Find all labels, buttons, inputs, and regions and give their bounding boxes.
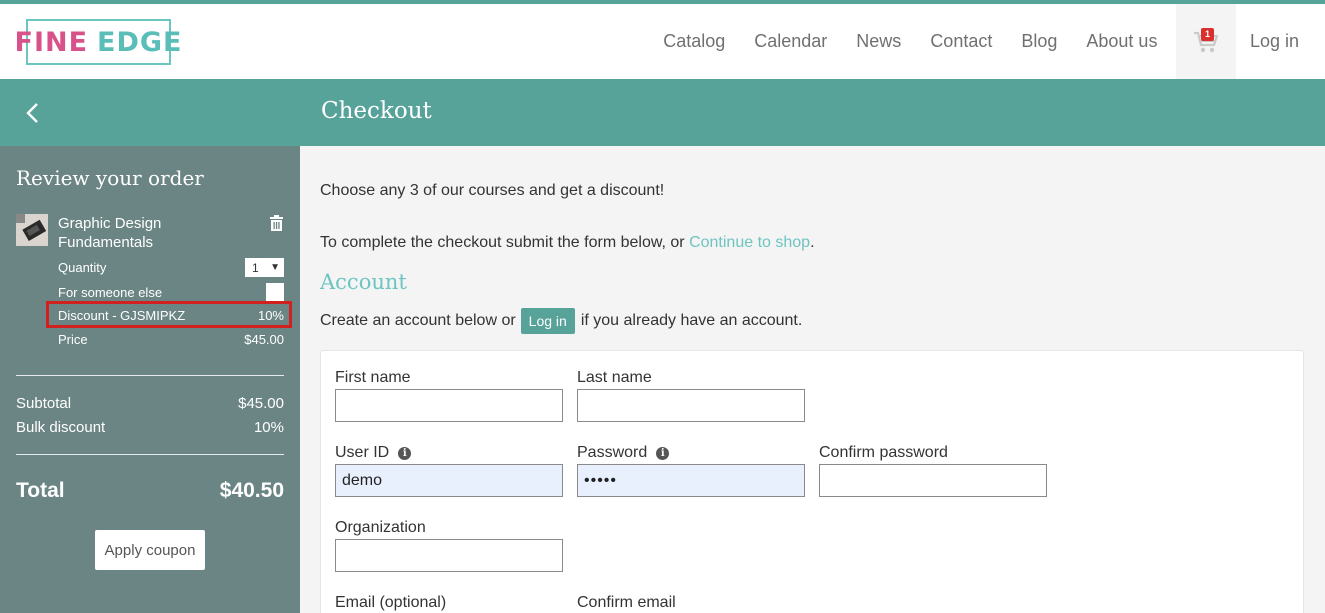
discount-row: Discount - GJSMIPKZ 10% (58, 308, 284, 323)
checkout-instructions: To complete the checkout submit the form… (320, 234, 815, 252)
nav-catalog[interactable]: Catalog (649, 31, 740, 52)
quantity-row: Quantity 1 ▼ (58, 258, 284, 277)
nav-calendar[interactable]: Calendar (740, 31, 842, 52)
confirm-email-label: Confirm email (577, 594, 676, 611)
quantity-value: 1 (252, 260, 259, 275)
quantity-select[interactable]: 1 ▼ (245, 258, 284, 277)
last-name-label: Last name (577, 369, 652, 386)
user-id-group: User ID i demo (335, 444, 563, 497)
sidebar-heading: Review your order (16, 166, 204, 190)
divider (16, 375, 284, 376)
user-id-label: User ID i (335, 444, 563, 462)
first-name-group: First name (335, 369, 563, 422)
subtotal-label: Subtotal (16, 395, 72, 412)
cart-button[interactable]: 1 (1175, 4, 1236, 79)
total-value: $40.50 (219, 479, 284, 502)
info-icon[interactable]: i (656, 446, 670, 460)
nav-contact[interactable]: Contact (916, 31, 1007, 52)
course-thumbnail (16, 214, 48, 246)
bulk-discount-label: Bulk discount (16, 419, 106, 436)
continue-to-shop-link[interactable]: Continue to shop (689, 234, 810, 251)
login-button[interactable]: Log in (520, 308, 575, 334)
password-field[interactable]: ••••• (577, 464, 805, 497)
email-group: Email (optional) (335, 594, 446, 612)
bulk-discount-row: Bulk discount 10% (16, 419, 284, 436)
total-row: Total $40.50 (16, 479, 284, 503)
confirm-email-group: Confirm email (577, 594, 676, 612)
bulk-discount-value: 10% (253, 419, 284, 436)
back-arrow-icon[interactable] (22, 101, 44, 125)
top-navigation: FINE EDGE Catalog Calendar News Contact … (0, 0, 1325, 79)
organization-field[interactable] (335, 539, 563, 572)
apply-coupon-button[interactable]: Apply coupon (95, 530, 205, 570)
last-name-field[interactable] (577, 389, 805, 422)
discount-label: Discount - GJSMIPKZ (58, 308, 186, 323)
price-value: $45.00 (244, 332, 284, 347)
dropdown-arrow-icon: ▼ (270, 262, 280, 273)
create-prefix: Create an account below or (320, 312, 516, 329)
confirm-password-group: Confirm password (819, 444, 1047, 497)
nav-about-us[interactable]: About us (1072, 31, 1172, 52)
first-name-label: First name (335, 369, 411, 386)
info-icon[interactable]: i (398, 446, 412, 460)
organization-label: Organization (335, 519, 426, 536)
trash-icon[interactable] (269, 215, 284, 231)
instructions-suffix: . (810, 234, 815, 251)
subtotal-row: Subtotal $45.00 (16, 395, 284, 412)
discount-value: 10% (257, 308, 284, 323)
course-title: Graphic Design Fundamentals (58, 215, 162, 251)
promo-message: Choose any 3 of our courses and get a di… (320, 182, 665, 199)
account-heading: Account (320, 270, 407, 294)
quantity-label: Quantity (58, 260, 107, 275)
instructions-prefix: To complete the checkout submit the form… (320, 234, 690, 251)
nav-blog[interactable]: Blog (1007, 31, 1072, 52)
logo-fine-text: FINE (14, 26, 89, 58)
nav-login[interactable]: Log in (1236, 31, 1325, 52)
create-suffix: if you already have an account. (580, 312, 803, 329)
nav-news[interactable]: News (842, 31, 916, 52)
price-row: Price $45.00 (58, 332, 284, 347)
create-account-line: Create an account below or Log in if you… (320, 308, 802, 334)
organization-group: Organization (335, 519, 563, 572)
someone-else-checkbox[interactable] (266, 283, 284, 301)
checkout-main: Choose any 3 of our courses and get a di… (300, 146, 1325, 613)
cart-count-badge: 1 (1200, 28, 1214, 41)
first-name-field[interactable] (335, 389, 563, 422)
password-label: Password i (577, 444, 805, 462)
page-title: Checkout (321, 98, 432, 124)
main-nav: Catalog Calendar News Contact Blog About… (649, 4, 1325, 79)
someone-else-row: For someone else (58, 283, 284, 301)
last-name-group: Last name (577, 369, 805, 422)
price-label: Price (58, 332, 88, 347)
divider (16, 454, 284, 455)
someone-else-label: For someone else (58, 284, 163, 300)
order-summary-sidebar: Review your order Graphic Design Fundame… (0, 146, 300, 613)
password-group: Password i ••••• (577, 444, 805, 497)
account-form: First name Last name User ID i demo Passw… (320, 350, 1304, 613)
subtotal-value: $45.00 (238, 395, 284, 412)
total-label: Total (16, 479, 65, 502)
page-header-band: Checkout (0, 79, 1325, 146)
confirm-password-field[interactable] (819, 464, 1047, 497)
email-label: Email (optional) (335, 594, 447, 611)
confirm-password-label: Confirm password (819, 444, 948, 461)
fine-edge-logo[interactable]: FINE EDGE (15, 19, 181, 65)
user-id-field[interactable]: demo (335, 464, 563, 497)
logo-edge-text: EDGE (97, 26, 183, 58)
